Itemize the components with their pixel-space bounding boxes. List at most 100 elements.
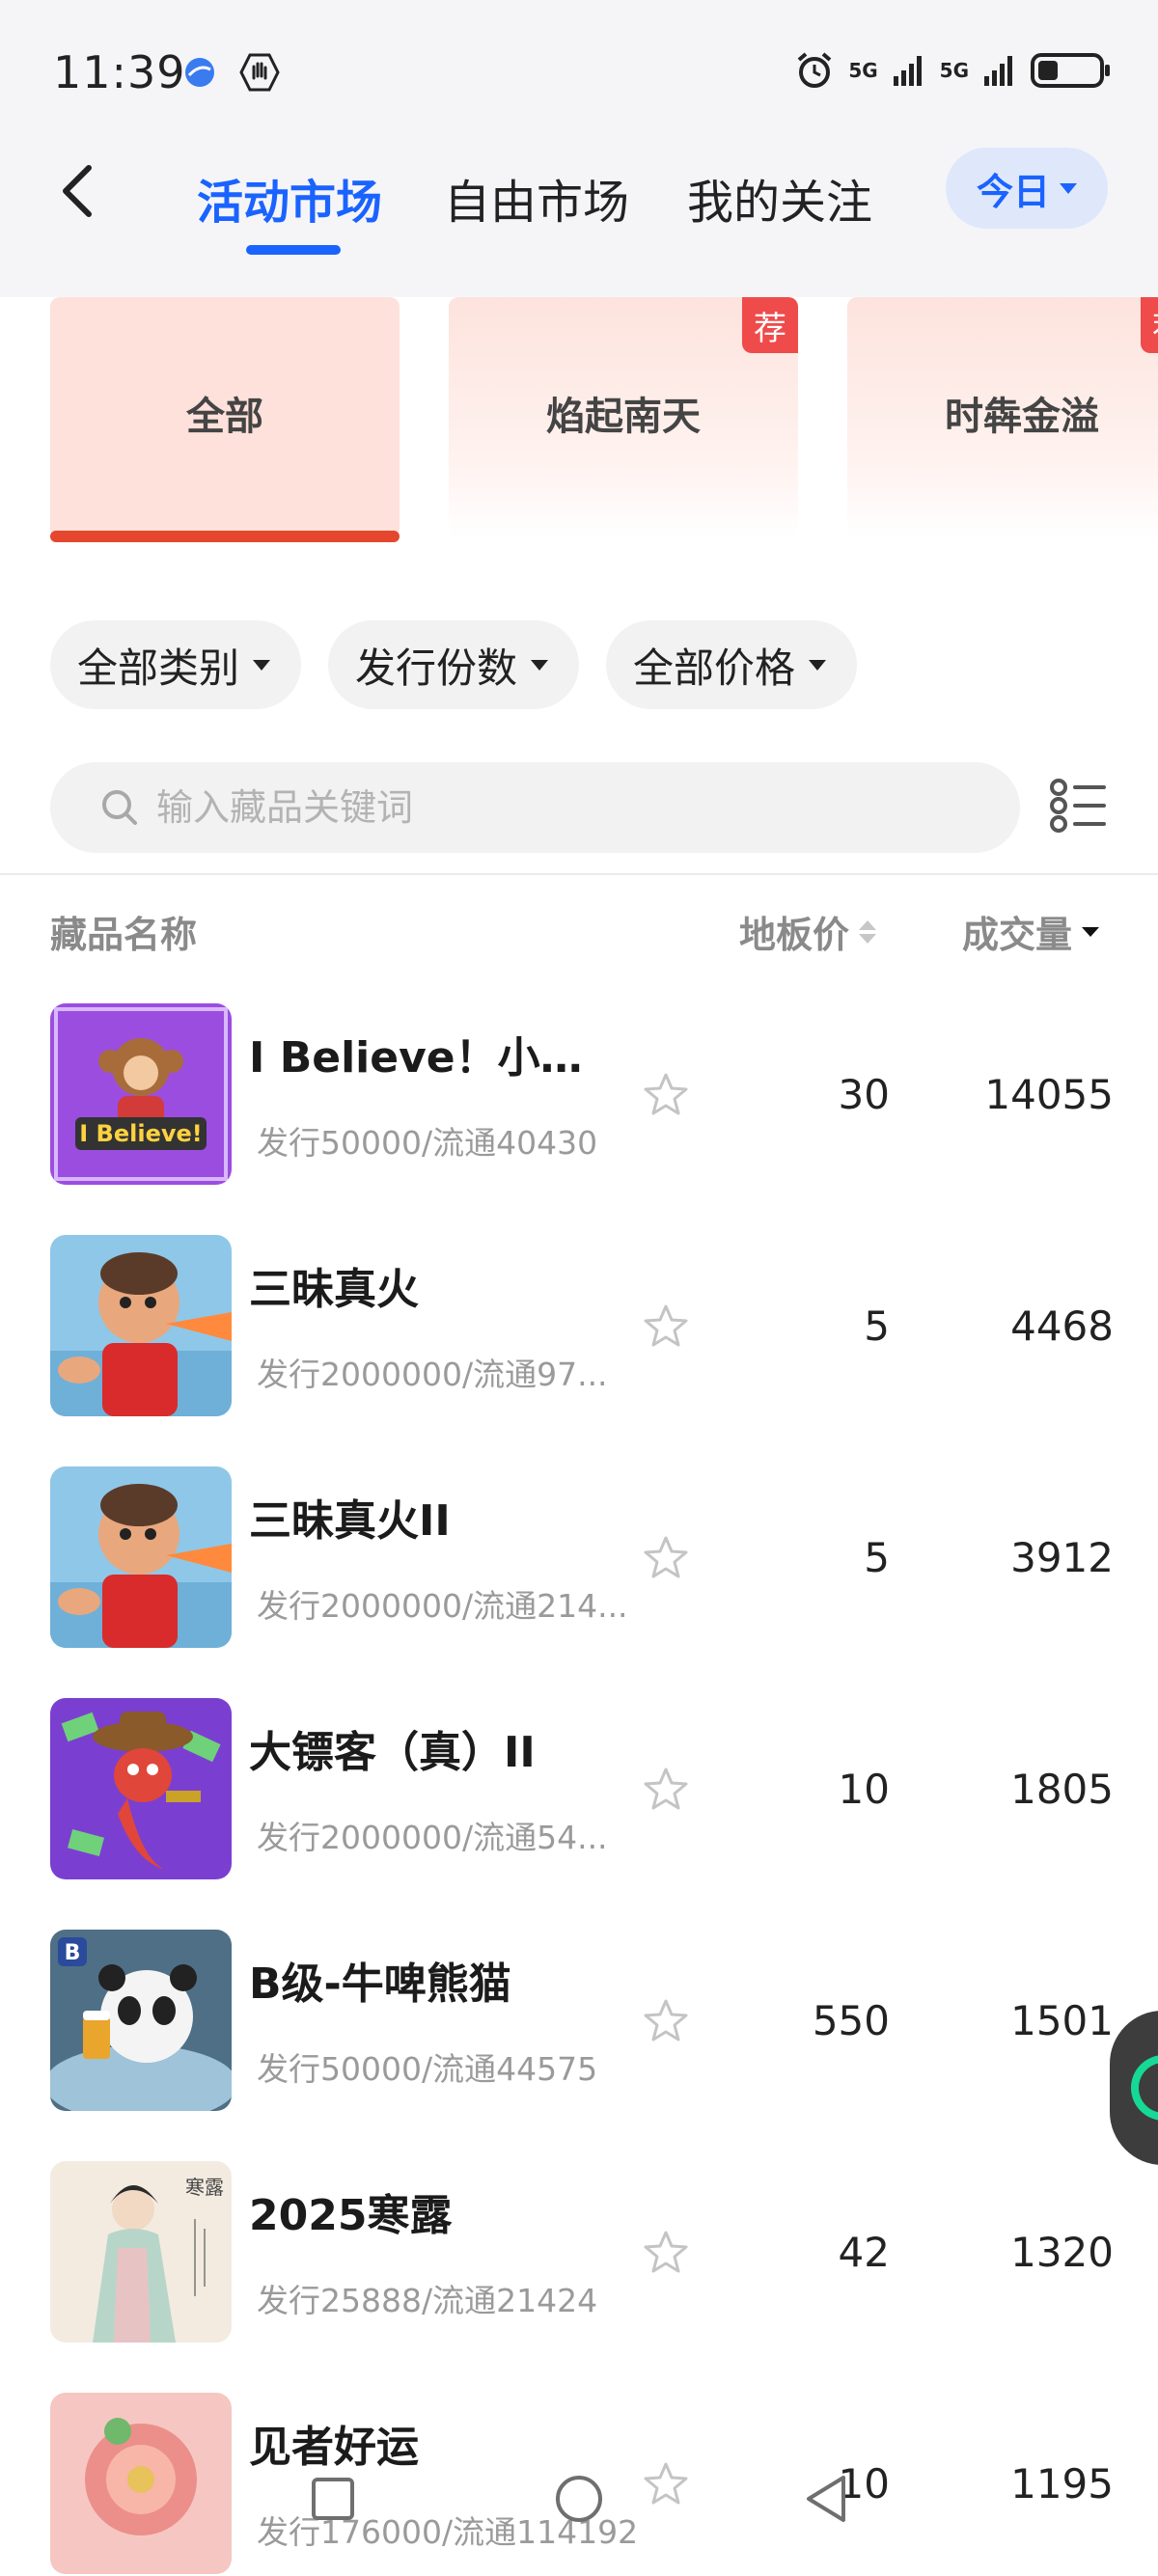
item-supply: 发行2000000/流通214...: [257, 1587, 628, 1625]
item-supply: 发行50000/流通40430: [257, 1124, 598, 1162]
column-header-label: 藏品名称: [50, 914, 198, 956]
category-card-all[interactable]: 全部: [50, 297, 400, 538]
item-thumbnail: I Believe!: [50, 1003, 232, 1185]
hand-icon: [239, 53, 280, 92]
category-tabs: 全部 焰起南天 荐 时犇金溢 荐: [0, 297, 1158, 558]
recommended-badge: 荐: [742, 297, 798, 353]
item-supply: 发行50000/流通44575: [257, 2050, 598, 2088]
chevron-left-icon: [63, 165, 92, 217]
item-name: B级-牛啤熊猫: [249, 1959, 511, 2009]
browser-icon: [185, 58, 214, 87]
item-supply: 发行2000000/流通54...: [257, 1819, 608, 1856]
assist-icon: [1131, 2055, 1158, 2121]
top-nav: 活动市场 自由市场 我的关注 今日: [0, 135, 1158, 297]
floor-price: 550: [812, 1997, 890, 2044]
date-filter-dropdown[interactable]: 今日: [946, 148, 1108, 229]
caret-down-icon: [809, 659, 827, 671]
filter-issue-count[interactable]: 发行份数: [328, 620, 580, 709]
system-nav-bar: [0, 2470, 1158, 2559]
item-thumbnail: [50, 1698, 232, 1879]
floor-price: 5: [864, 1302, 890, 1350]
star-icon[interactable]: [643, 2229, 689, 2275]
filter-label: 全部类别: [77, 644, 240, 692]
item-name: 三昧真火: [249, 1265, 419, 1314]
column-header-name: 藏品名称: [50, 905, 197, 958]
star-icon[interactable]: [643, 1997, 689, 2043]
item-thumbnail: B: [50, 1930, 232, 2111]
floor-price: 42: [838, 2229, 890, 2276]
home-icon[interactable]: [550, 2470, 608, 2528]
category-label: 时犇金溢: [945, 395, 1099, 439]
signal-icon: [984, 56, 1012, 86]
date-filter-label: 今日: [976, 170, 1050, 213]
list-view-toggle-icon[interactable]: [1050, 777, 1106, 835]
list-item[interactable]: I Believe! I Believe！小红... 发行50000/流通404…: [0, 1003, 1158, 1187]
thumb-logo-text: I Believe!: [79, 1120, 202, 1147]
star-icon[interactable]: [643, 1766, 689, 1812]
item-name: I Believe！小红...: [249, 1033, 616, 1082]
category-label: 焰起南天: [546, 395, 701, 439]
recent-apps-icon[interactable]: [304, 2470, 362, 2528]
star-icon[interactable]: [643, 1534, 689, 1580]
item-name: 大镖客（真）II: [249, 1728, 536, 1777]
category-card-yanqi[interactable]: 焰起南天 荐: [449, 297, 798, 538]
category-card-shiben[interactable]: 时犇金溢 荐: [847, 297, 1158, 538]
item-name: 三昧真火II: [249, 1496, 451, 1546]
status-bar: 11:39 5G 5G: [0, 0, 1158, 135]
thumb-caption-text: 寒露: [185, 2176, 224, 2199]
floor-price: 10: [838, 1766, 890, 1813]
list-item[interactable]: B B级-牛啤熊猫 发行50000/流通44575 550 1501: [0, 1930, 1158, 2113]
trade-volume: 1805: [1010, 1766, 1114, 1813]
list-item[interactable]: 大镖客（真）II 发行2000000/流通54... 10 1805: [0, 1698, 1158, 1881]
item-thumbnail: 寒露: [50, 2161, 232, 2343]
item-thumbnail: [50, 1466, 232, 1648]
active-tab-indicator: [246, 245, 341, 255]
filter-category[interactable]: 全部类别: [50, 620, 302, 709]
item-name: 见者好运: [249, 2423, 419, 2472]
caret-down-icon: [253, 659, 271, 671]
active-category-indicator: [50, 531, 400, 542]
floor-price: 5: [864, 1534, 890, 1581]
trade-volume: 1320: [1010, 2229, 1114, 2276]
sort-volume[interactable]: 成交量: [962, 905, 1100, 958]
battery-icon: [1031, 53, 1110, 88]
floor-price: 30: [838, 1071, 890, 1118]
trade-volume: 1501: [1010, 1997, 1114, 2044]
recommended-badge: 荐: [1141, 297, 1158, 353]
list-item[interactable]: 三昧真火 发行2000000/流通97... 5 4468: [0, 1235, 1158, 1418]
sort-desc-icon: [1082, 926, 1100, 937]
item-thumbnail: [50, 1235, 232, 1416]
list-item[interactable]: 三昧真火II 发行2000000/流通214... 5 3912: [0, 1466, 1158, 1650]
filter-price[interactable]: 全部价格: [606, 620, 858, 709]
star-icon[interactable]: [643, 1071, 689, 1117]
network-label: 5G: [848, 59, 878, 82]
search-icon: [102, 790, 137, 825]
column-header-label: 成交量: [962, 914, 1073, 956]
alarm-icon: [798, 52, 832, 88]
star-icon[interactable]: [643, 1302, 689, 1349]
signal-icon: [893, 56, 922, 86]
sort-icon: [859, 919, 877, 944]
tab-activity-market[interactable]: 活动市场: [197, 164, 382, 232]
divider: [0, 873, 1158, 875]
caret-down-icon: [531, 659, 549, 671]
filter-bar: 全部类别 发行份数 全部价格: [50, 620, 858, 709]
tab-free-market[interactable]: 自由市场: [444, 164, 629, 232]
filter-label: 全部价格: [633, 644, 796, 692]
sort-floor-price[interactable]: 地板价: [739, 905, 877, 958]
trade-volume: 14055: [984, 1071, 1114, 1118]
caret-down-icon: [1060, 182, 1077, 194]
item-supply: 发行2000000/流通97...: [257, 1356, 608, 1393]
trade-volume: 3912: [1010, 1534, 1114, 1581]
back-nav-icon[interactable]: [797, 2470, 855, 2528]
column-header-label: 地板价: [739, 914, 850, 956]
filter-label: 发行份数: [355, 644, 518, 692]
search-bar: [50, 762, 1020, 853]
list-item[interactable]: 寒露 2025寒露 发行25888/流通21424 42 1320: [0, 2161, 1158, 2344]
tab-my-follows[interactable]: 我的关注: [687, 164, 872, 232]
search-input[interactable]: [156, 786, 928, 829]
back-button[interactable]: [48, 162, 106, 220]
item-supply: 发行25888/流通21424: [257, 2282, 598, 2319]
network-label: 5G: [939, 59, 969, 82]
category-label: 全部: [186, 395, 263, 439]
